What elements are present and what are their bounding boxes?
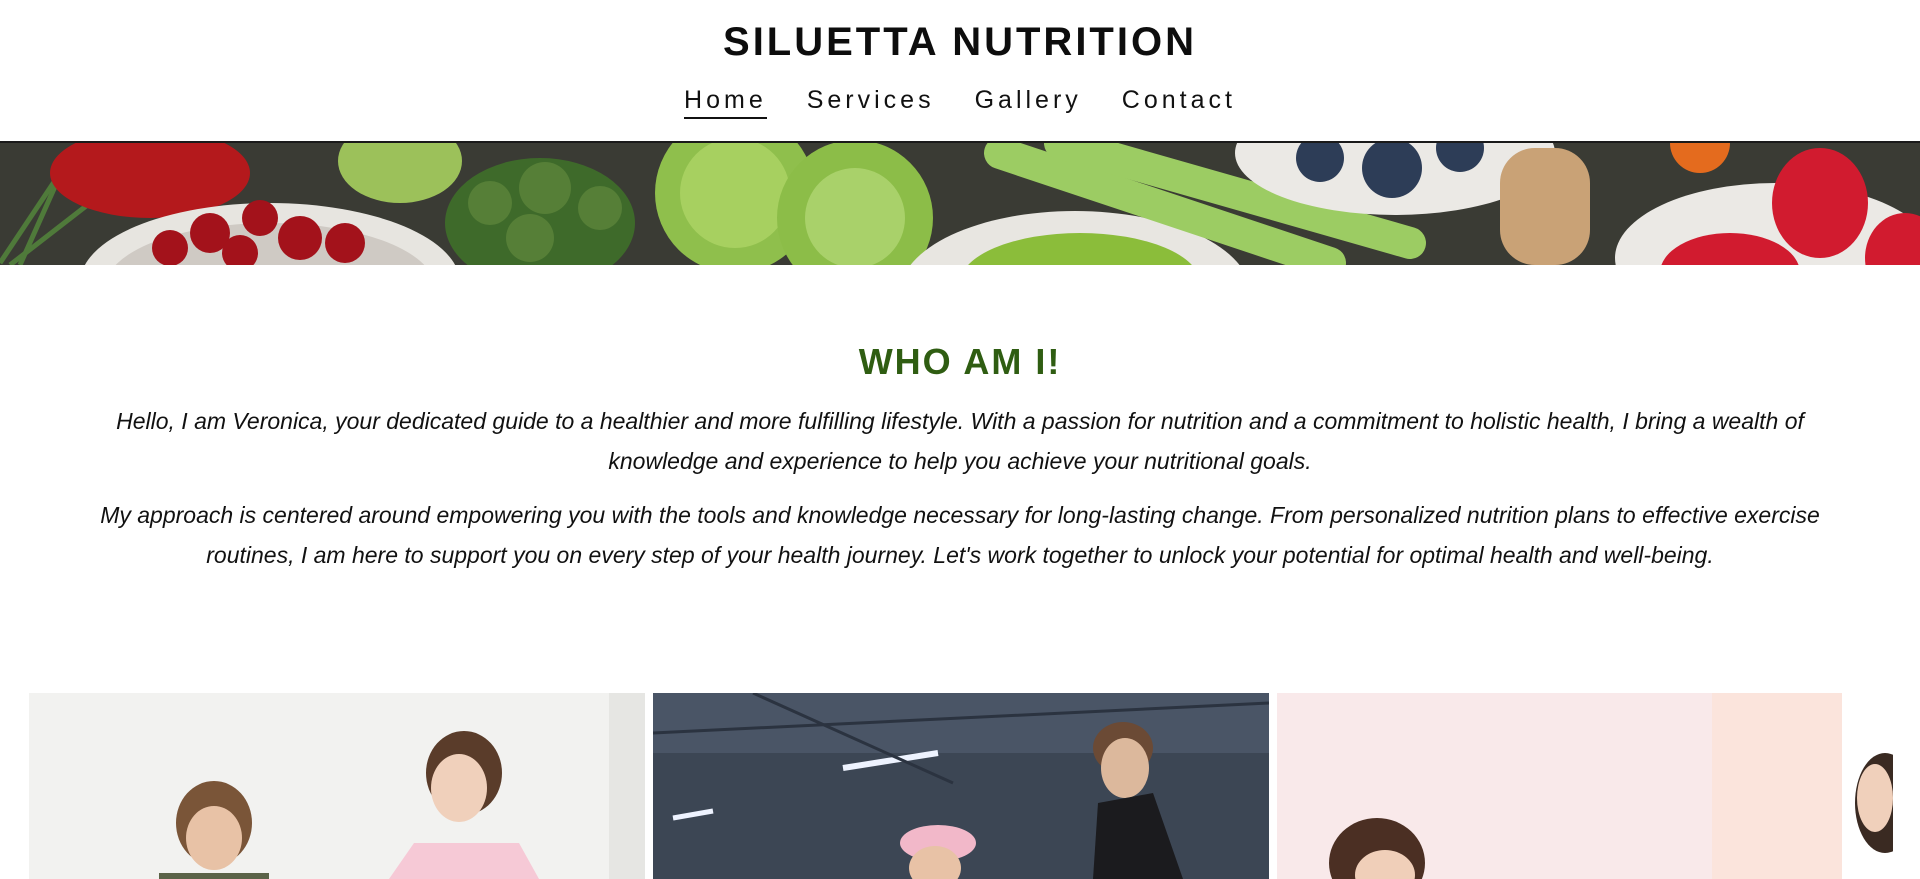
gym-training-photo[interactable] xyxy=(653,693,1269,879)
site-title[interactable]: SILUETTA NUTRITION xyxy=(0,20,1920,65)
intro-paragraph-2: My approach is centered around empowerin… xyxy=(100,502,1820,568)
nav-gallery[interactable]: Gallery xyxy=(975,86,1082,119)
site-header: SILUETTA NUTRITION Home Services Gallery… xyxy=(0,0,1920,143)
nutrition-coaching-photo[interactable] xyxy=(1277,693,1893,879)
nav-home[interactable]: Home xyxy=(684,86,767,119)
nav-contact[interactable]: Contact xyxy=(1122,86,1236,119)
consultation-photo[interactable] xyxy=(29,693,645,879)
vegetable-banner-image xyxy=(0,143,1920,265)
nav-services[interactable]: Services xyxy=(807,86,935,119)
who-am-i-section: WHO AM I! Hello, I am Veronica, your ded… xyxy=(0,265,1920,575)
main-nav: Home Services Gallery Contact xyxy=(0,86,1920,119)
section-heading: WHO AM I! xyxy=(858,341,1062,382)
photo-gallery xyxy=(29,693,1893,879)
intro-paragraph-1: Hello, I am Veronica, your dedicated gui… xyxy=(116,408,1804,474)
